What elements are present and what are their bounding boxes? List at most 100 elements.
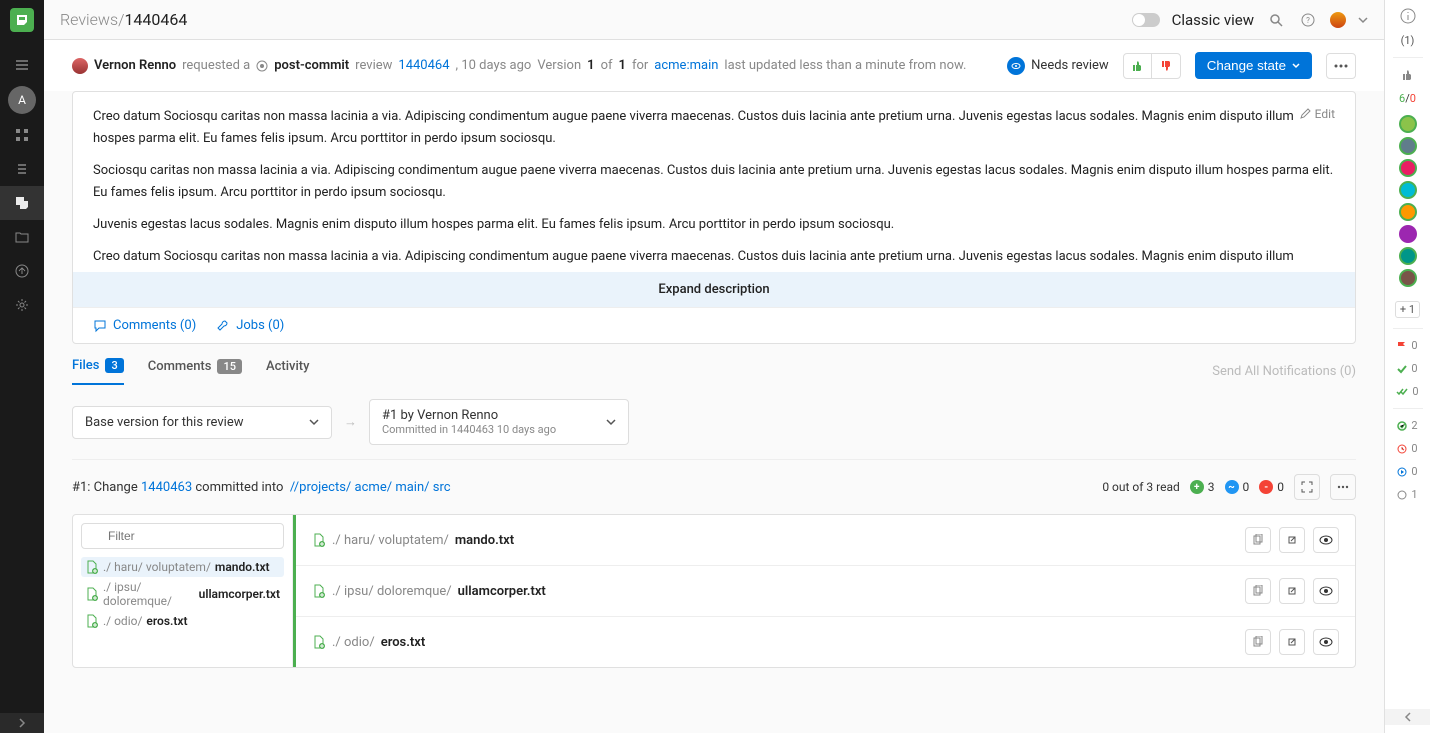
last-updated: last updated less than a minute from now… xyxy=(724,58,966,73)
breadcrumb-parent[interactable]: Reviews xyxy=(60,10,118,29)
info-icon xyxy=(1400,8,1416,24)
user-avatar[interactable] xyxy=(1330,12,1346,28)
nav-folder[interactable] xyxy=(0,220,44,254)
path-root[interactable]: // xyxy=(290,480,299,495)
participant-avatar[interactable] xyxy=(1399,181,1417,199)
comments-link[interactable]: Comments (0) xyxy=(93,318,196,333)
chevron-down-icon xyxy=(309,417,319,427)
search-button[interactable] xyxy=(1266,10,1286,30)
participant-avatar[interactable] xyxy=(1399,269,1417,287)
more-participants[interactable]: + 1 xyxy=(1395,301,1420,318)
external-icon xyxy=(1286,636,1298,648)
breadcrumb: Reviews/1440464 xyxy=(60,10,187,29)
open-button[interactable] xyxy=(1279,629,1305,655)
modified-count: ~0 xyxy=(1225,480,1250,494)
committed-into-label: committed into xyxy=(195,480,283,495)
classic-toggle[interactable] xyxy=(1132,13,1160,27)
nav-list[interactable] xyxy=(0,152,44,186)
grid-icon xyxy=(15,128,29,142)
participant-avatar[interactable] xyxy=(1399,247,1417,265)
stat-flag: 0 xyxy=(1397,339,1417,352)
file-list: ./ haru/ voluptatem/ mando.txt ./ ipsu/ … xyxy=(293,515,1355,667)
file-path: ./ haru/ voluptatem/ xyxy=(332,533,449,548)
author-name[interactable]: Vernon Renno xyxy=(94,58,176,73)
stat-check: 0 xyxy=(1397,362,1417,375)
commit-icon xyxy=(256,60,268,72)
edit-description-button[interactable]: Edit xyxy=(1299,104,1335,124)
path-projects[interactable]: projects/ xyxy=(299,480,351,495)
stat-task-open: 2 xyxy=(1397,419,1417,432)
tree-item[interactable]: ./ ipsu/ doloremque/ullamcorper.txt xyxy=(81,577,284,611)
target-version-title: #1 by Vernon Renno xyxy=(382,408,556,423)
requested-label: requested a xyxy=(182,58,250,73)
open-button[interactable] xyxy=(1279,527,1305,553)
project-link[interactable]: acme:main xyxy=(654,58,718,73)
target-version-select[interactable]: #1 by Vernon Renno Committed in 1440463 … xyxy=(369,399,629,445)
expand-all-button[interactable] xyxy=(1294,474,1320,500)
nav-menu[interactable] xyxy=(0,48,44,82)
path-src[interactable]: src xyxy=(433,480,451,495)
path-acme[interactable]: acme/ xyxy=(355,480,393,495)
tab-files[interactable]: Files 3 xyxy=(72,358,124,385)
tree-item[interactable]: ./ haru/ voluptatem/mando.txt xyxy=(81,557,284,577)
app-logo[interactable] xyxy=(10,8,34,32)
base-version-select[interactable]: Base version for this review xyxy=(72,406,332,439)
sidebar-expand[interactable] xyxy=(0,713,44,733)
clock-icon xyxy=(1397,444,1407,454)
tab-comments[interactable]: Comments 15 xyxy=(148,359,242,384)
jobs-link-label: Jobs (0) xyxy=(236,318,284,333)
info-button[interactable] xyxy=(1400,8,1416,24)
participant-avatar[interactable] xyxy=(1399,115,1417,133)
filter-input[interactable] xyxy=(81,523,284,549)
change-state-button[interactable]: Change state xyxy=(1195,52,1312,79)
desc-paragraph: Creo datum Sociosqu caritas non massa la… xyxy=(93,106,1335,150)
nav-grid[interactable] xyxy=(0,118,44,152)
thumbs-down-button[interactable] xyxy=(1152,54,1180,78)
tab-comments-label: Comments xyxy=(148,359,212,374)
eye-icon xyxy=(1319,637,1333,647)
external-icon xyxy=(1286,534,1298,546)
participant-avatar[interactable] xyxy=(1399,159,1417,177)
thumbs-up-button[interactable] xyxy=(1124,54,1152,78)
file-row[interactable]: ./ odio/ eros.txt xyxy=(296,617,1355,667)
more-change-button[interactable] xyxy=(1330,474,1356,500)
jobs-link[interactable]: Jobs (0) xyxy=(216,318,284,333)
copy-icon xyxy=(1252,585,1264,597)
double-check-icon xyxy=(1396,387,1408,397)
more-actions-button[interactable] xyxy=(1326,53,1356,79)
author-avatar[interactable] xyxy=(72,58,88,74)
copy-button[interactable] xyxy=(1245,578,1271,604)
open-button[interactable] xyxy=(1279,578,1305,604)
nav-settings[interactable] xyxy=(0,288,44,322)
participant-avatar[interactable] xyxy=(1399,203,1417,221)
copy-button[interactable] xyxy=(1245,527,1271,553)
tab-activity[interactable]: Activity xyxy=(266,359,310,384)
chevron-down-icon[interactable] xyxy=(1358,15,1368,25)
nav-reviews[interactable] xyxy=(0,186,44,220)
change-id-link[interactable]: 1440463 xyxy=(141,480,192,495)
expand-description-button[interactable]: Expand description xyxy=(73,272,1355,307)
view-button[interactable] xyxy=(1313,578,1339,604)
copy-icon xyxy=(1252,636,1264,648)
right-sidebar-collapse[interactable] xyxy=(1385,709,1430,725)
file-add-icon xyxy=(85,587,99,601)
comment-icon xyxy=(93,319,107,333)
review-id-link[interactable]: 1440464 xyxy=(398,58,449,73)
help-button[interactable]: ? xyxy=(1298,10,1318,30)
view-button[interactable] xyxy=(1313,629,1339,655)
file-name: mando.txt xyxy=(455,533,514,548)
nav-avatar[interactable]: A xyxy=(8,86,36,114)
copy-button[interactable] xyxy=(1245,629,1271,655)
view-button[interactable] xyxy=(1313,527,1339,553)
participant-avatar[interactable] xyxy=(1399,137,1417,155)
file-row[interactable]: ./ ipsu/ doloremque/ ullamcorper.txt xyxy=(296,566,1355,617)
participant-avatar[interactable] xyxy=(1399,225,1417,243)
chevron-down-icon xyxy=(606,417,616,427)
send-all-notifications[interactable]: Send All Notifications (0) xyxy=(1212,364,1356,379)
nav-upload[interactable] xyxy=(0,254,44,288)
file-row[interactable]: ./ haru/ voluptatem/ mando.txt xyxy=(296,515,1355,566)
tree-item[interactable]: ./ odio/eros.txt xyxy=(81,611,284,631)
stat-task-other: 1 xyxy=(1397,488,1417,501)
for-word: for xyxy=(632,58,648,73)
path-main[interactable]: main/ xyxy=(395,480,429,495)
